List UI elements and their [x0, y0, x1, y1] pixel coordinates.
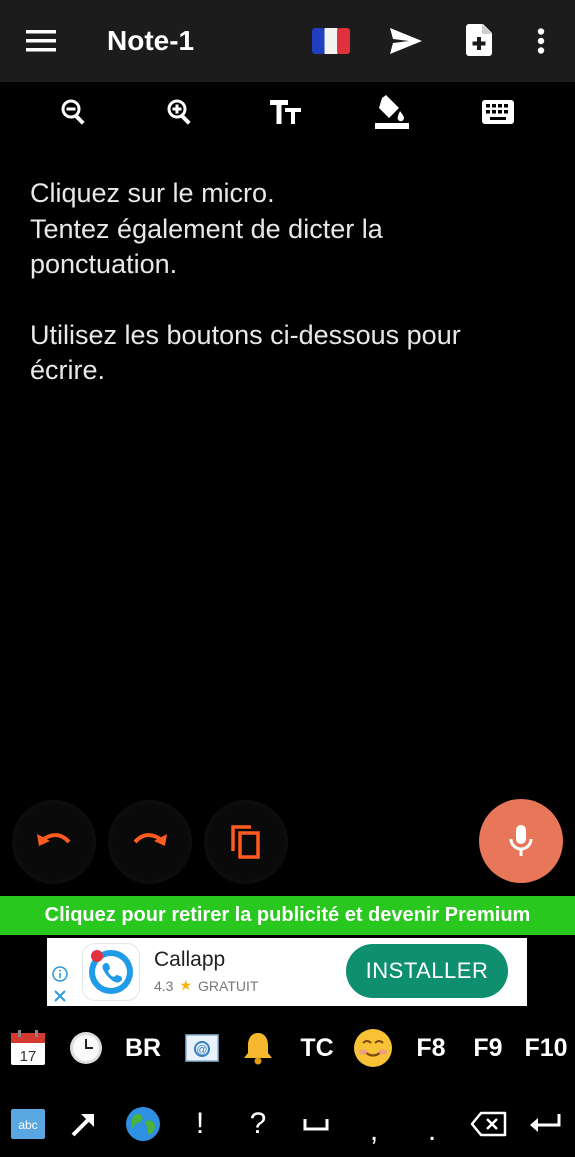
- flag-fr-icon[interactable]: [310, 26, 352, 56]
- space-icon[interactable]: [296, 1096, 336, 1152]
- arrow-icon[interactable]: [62, 1096, 106, 1152]
- key-br[interactable]: BR: [118, 1020, 168, 1076]
- premium-banner[interactable]: Cliquez pour retirer la publicité et dev…: [0, 896, 575, 935]
- bell-icon[interactable]: [236, 1020, 280, 1076]
- key-f10[interactable]: F10: [518, 1020, 574, 1076]
- new-document-icon[interactable]: [460, 20, 498, 60]
- redo-button[interactable]: [108, 800, 192, 884]
- note-line: Utilisez les boutons ci-dessous pour: [30, 319, 461, 350]
- ad-price: GRATUIT: [198, 977, 259, 994]
- svg-text:abc: abc: [18, 1118, 37, 1132]
- copy-button[interactable]: [204, 800, 288, 884]
- undo-button[interactable]: [12, 800, 96, 884]
- app-bar: Note-1: [0, 0, 575, 82]
- abc-icon[interactable]: abc: [6, 1096, 50, 1152]
- undo-icon: [37, 833, 71, 846]
- svg-text:17: 17: [20, 1048, 37, 1065]
- key-question[interactable]: ?: [238, 1096, 278, 1152]
- fill-color-icon[interactable]: [372, 92, 412, 132]
- text-size-icon[interactable]: [266, 92, 306, 132]
- ad-banner[interactable]: Callapp 4.3 ★ GRATUIT INSTALLER: [47, 938, 527, 1006]
- clock-icon[interactable]: [64, 1020, 108, 1076]
- copy-icon: [231, 825, 260, 859]
- key-period[interactable]: .: [412, 1096, 452, 1152]
- more-vert-icon[interactable]: [526, 22, 556, 60]
- key-comma[interactable]: ,: [354, 1096, 394, 1152]
- key-exclamation[interactable]: !: [180, 1096, 220, 1152]
- note-line: Cliquez sur le micro.: [30, 178, 275, 208]
- smiley-icon[interactable]: [350, 1020, 396, 1076]
- microphone-button[interactable]: [479, 799, 563, 883]
- note-line: Tentez également de dicter la: [30, 213, 383, 244]
- menu-icon[interactable]: [22, 24, 60, 58]
- zoom-out-icon[interactable]: [54, 92, 94, 132]
- star-icon: ★: [179, 977, 193, 993]
- ad-meta: 4.3 ★ GRATUIT: [154, 977, 258, 994]
- note-title: Note-1: [107, 25, 195, 56]
- ad-info-icon[interactable]: [52, 966, 68, 982]
- key-f8[interactable]: F8: [408, 1020, 454, 1076]
- key-tc[interactable]: TC: [292, 1020, 342, 1076]
- note-line: écrire.: [30, 355, 106, 385]
- shortcut-row-2: abc ! ? , .: [0, 1096, 575, 1152]
- shortcut-row-1: 17 BR @ TC F8 F9 F10: [0, 1020, 575, 1076]
- globe-icon[interactable]: [120, 1096, 166, 1152]
- backspace-icon[interactable]: [466, 1096, 512, 1152]
- ad-app-icon: [83, 944, 139, 1000]
- app-root: Note-1 Cliquez sur le micro. Tentez égal…: [0, 0, 575, 1157]
- microphone-icon: [509, 825, 533, 856]
- send-icon[interactable]: [386, 22, 426, 60]
- svg-text:@: @: [196, 1044, 207, 1056]
- calendar-icon[interactable]: 17: [6, 1020, 50, 1076]
- keyboard-icon[interactable]: [478, 92, 518, 132]
- note-line: ponctuation.: [30, 249, 178, 279]
- enter-icon[interactable]: [522, 1096, 568, 1152]
- email-icon[interactable]: @: [180, 1020, 224, 1076]
- ad-install-button[interactable]: INSTALLER: [346, 944, 508, 998]
- redo-icon: [133, 833, 167, 846]
- ad-close-icon[interactable]: [52, 988, 68, 1004]
- key-f9[interactable]: F9: [465, 1020, 511, 1076]
- ad-rating: 4.3: [154, 977, 174, 994]
- zoom-in-icon[interactable]: [160, 92, 200, 132]
- note-editor[interactable]: Cliquez sur le micro. Tentez également d…: [30, 176, 545, 389]
- ad-app-name: Callapp: [154, 948, 226, 971]
- format-toolbar: [0, 82, 575, 142]
